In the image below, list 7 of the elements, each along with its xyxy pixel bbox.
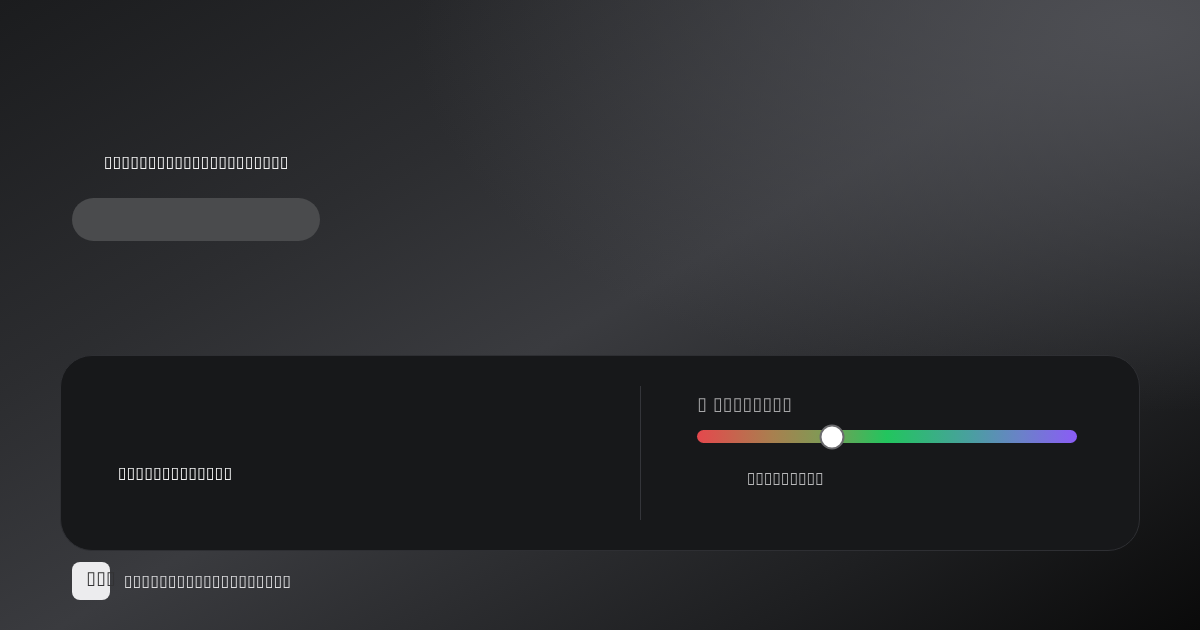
page-heading: ▯▯▯▯▯▯▯▯▯▯▯▯▯▯▯▯▯▯▯▯▯ <box>104 154 289 170</box>
panel-message: ▯▯▯▯▯▯▯▯▯▯▯▯▯ <box>118 464 233 482</box>
footer-text: ▯▯▯▯▯▯▯▯▯▯▯▯▯▯▯▯▯▯▯ <box>124 572 292 590</box>
input-field[interactable] <box>72 198 320 241</box>
slider-label: ▯ ▯▯▯▯▯▯▯▯ <box>697 393 792 415</box>
slider-caption: ▯▯▯▯▯▯▯▯▯ <box>747 469 824 487</box>
slider-thumb[interactable] <box>819 424 845 449</box>
